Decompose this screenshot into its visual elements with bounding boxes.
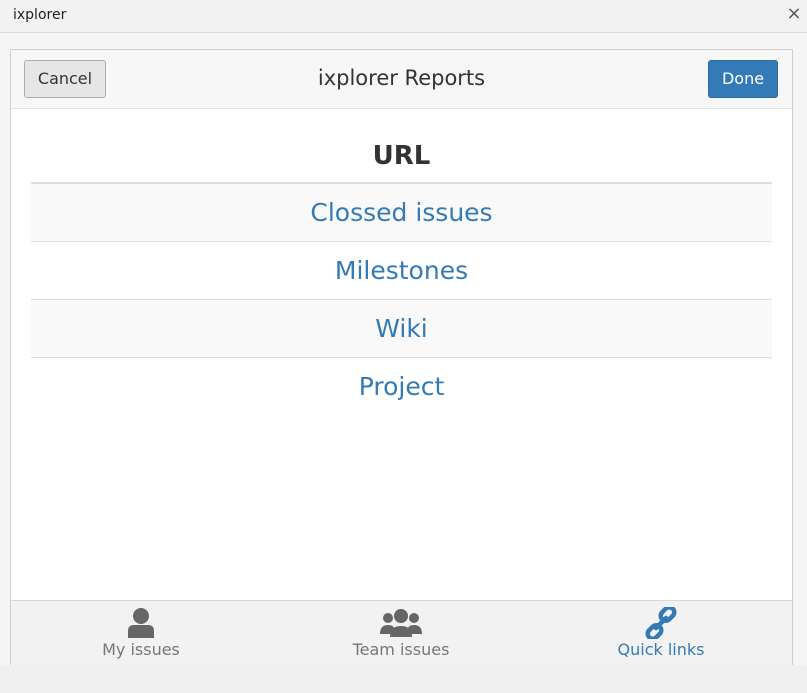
- tab-team-issues[interactable]: Team issues: [271, 601, 531, 667]
- link-icon: [645, 607, 677, 639]
- table-row: Wiki: [31, 300, 772, 358]
- window-title: ixplorer: [13, 7, 67, 23]
- tab-label: Quick links: [617, 640, 705, 659]
- link-milestones[interactable]: Milestones: [335, 256, 468, 285]
- window-close-button[interactable]: ×: [785, 4, 803, 24]
- panel-header: Cancel ixplorer Reports Done: [11, 50, 792, 109]
- window-bottom-strip: [0, 665, 807, 693]
- page-title: ixplorer Reports: [317, 66, 486, 90]
- link-closed-issues[interactable]: Clossed issues: [310, 198, 492, 227]
- tab-label: Team issues: [352, 640, 450, 659]
- table-row: Clossed issues: [31, 184, 772, 242]
- url-table: URL Clossed issues Milestones Wiki Proje…: [31, 128, 772, 416]
- tab-my-issues[interactable]: My issues: [11, 601, 271, 667]
- link-project[interactable]: Project: [359, 372, 445, 401]
- tab-quick-links[interactable]: Quick links: [531, 601, 791, 667]
- url-column-header: URL: [31, 128, 772, 184]
- table-row: Project: [31, 358, 772, 416]
- window-titlebar: ixplorer ×: [0, 0, 807, 33]
- reports-panel: Cancel ixplorer Reports Done URL Clossed…: [10, 49, 793, 667]
- tab-label: My issues: [102, 640, 180, 659]
- users-icon: [380, 609, 422, 637]
- table-row: Milestones: [31, 242, 772, 300]
- link-wiki[interactable]: Wiki: [375, 314, 428, 343]
- bottom-tab-bar: My issues Team issues Quick links: [11, 600, 792, 667]
- user-icon: [128, 608, 154, 638]
- done-button[interactable]: Done: [708, 60, 778, 98]
